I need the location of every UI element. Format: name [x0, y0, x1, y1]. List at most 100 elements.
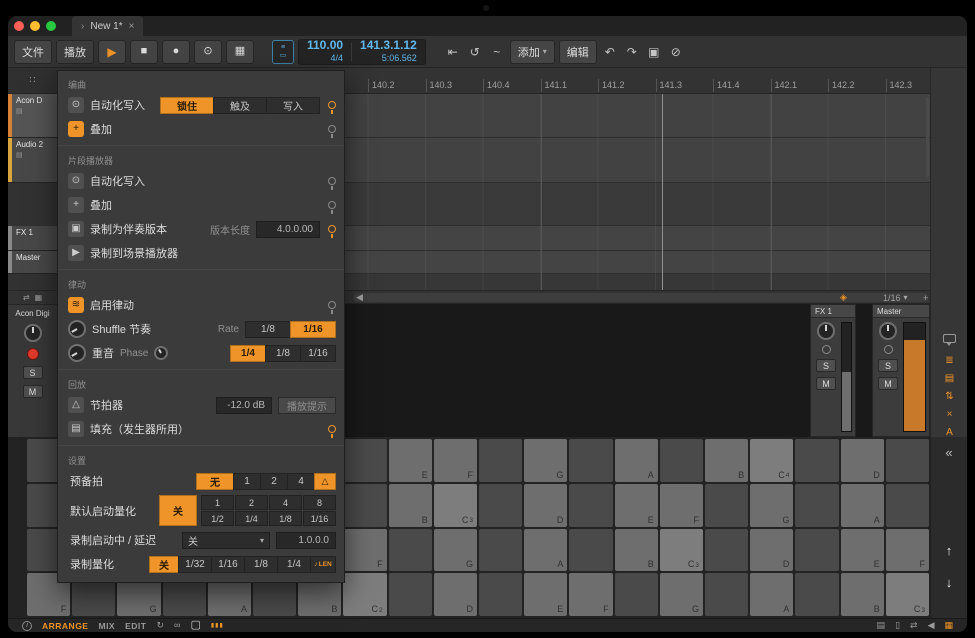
pad-cell[interactable]	[479, 573, 522, 616]
zoom-window-button[interactable]	[46, 21, 56, 31]
mixer-panel-icon[interactable]: ▦	[944, 621, 953, 630]
pin-icon[interactable]	[328, 301, 336, 309]
count-in-none-button[interactable]: 无	[196, 473, 234, 490]
snap-icon[interactable]: ◈	[840, 291, 847, 304]
pad-cell[interactable]: G	[750, 484, 793, 527]
pad-cell[interactable]: C3	[886, 573, 929, 616]
fill-label[interactable]: 填充（发生器所用）	[90, 421, 189, 437]
accent-amount-knob[interactable]	[65, 341, 90, 366]
volume-fader[interactable]	[841, 322, 852, 432]
pad-cell[interactable]	[886, 484, 929, 527]
launcher-overdub-button[interactable]: ▦	[226, 40, 254, 64]
scroll-left-icon[interactable]: ◀	[356, 291, 363, 304]
pin-icon[interactable]	[328, 201, 336, 209]
time-signature-display[interactable]: 4/4	[331, 53, 344, 63]
tempo-display[interactable]: 110.00	[307, 39, 343, 53]
io-routing-icon[interactable]: ⇄	[910, 621, 918, 630]
grid-resolution-selector[interactable]: 1/16 ▾	[883, 291, 908, 304]
record-delay-dropdown[interactable]: 关 ▾	[182, 532, 270, 549]
level-meter-icon[interactable]: ▮▮▮	[211, 622, 224, 629]
record-arm-button[interactable]	[27, 348, 39, 360]
edit-menu-button[interactable]: 编辑	[559, 40, 597, 64]
solo-button[interactable]: S	[23, 366, 43, 379]
latch-button[interactable]: 锁住	[160, 97, 214, 114]
touch-button[interactable]: 触及	[213, 97, 267, 114]
track-header-fx1[interactable]: FX 1	[8, 226, 57, 251]
io-panel-icon[interactable]: ⇅	[945, 392, 953, 402]
swing-button[interactable]: ~	[488, 40, 506, 64]
pad-cell[interactable]	[660, 439, 703, 482]
launch-quantize-off-button[interactable]: 关	[159, 495, 197, 526]
view-arrange[interactable]: ARRANGE	[42, 621, 88, 631]
pad-cell[interactable]: A	[615, 439, 658, 482]
automation-write-button[interactable]: ⊙	[194, 40, 222, 64]
swap-icon[interactable]: ⇄	[23, 293, 30, 302]
pad-cell[interactable]	[479, 439, 522, 482]
octave-up-icon[interactable]: ↑	[931, 543, 967, 558]
pad-cell[interactable]	[615, 573, 658, 616]
pad-cell[interactable]: F	[886, 529, 929, 572]
redo-button[interactable]: ↷	[623, 40, 641, 64]
collapse-panel-icon[interactable]: «	[931, 445, 967, 460]
rq-off-button[interactable]: 关	[149, 556, 179, 573]
play-button[interactable]: ▶	[98, 40, 126, 64]
playhead-follow-icon[interactable]: ↻	[156, 621, 164, 630]
play-hint-button[interactable]: 播放提示	[278, 397, 336, 414]
pin-icon[interactable]	[328, 425, 336, 433]
mute-button[interactable]: M	[23, 385, 43, 398]
mute-button[interactable]: M	[878, 377, 898, 390]
rate-1-16-button[interactable]: 1/16	[300, 345, 336, 362]
rate-1-8-button[interactable]: 1/8	[245, 321, 291, 338]
pad-cell[interactable]	[569, 529, 612, 572]
groove-enable-label[interactable]: 启用律动	[90, 297, 134, 313]
project-tab[interactable]: › New 1* ×	[72, 16, 143, 36]
pad-cell[interactable]	[479, 529, 522, 572]
pad-cell[interactable]: F	[660, 484, 703, 527]
pin-icon[interactable]	[328, 101, 336, 109]
vertical-scrollbar[interactable]	[926, 97, 929, 177]
channel-name[interactable]: Master	[873, 305, 929, 318]
inspector-panel-icon[interactable]: ≣	[945, 356, 953, 366]
lq-1-16-button[interactable]: 1/16	[303, 511, 336, 526]
close-panel-icon[interactable]: ×	[947, 410, 953, 420]
panel-toggle-icon[interactable]: ▢	[190, 620, 200, 631]
add-track-button[interactable]: 添加 ▾	[510, 40, 555, 64]
grid-view-icon[interactable]: ▦	[35, 293, 43, 302]
pad-cell[interactable]: C3	[660, 529, 703, 572]
solo-button[interactable]: S	[878, 359, 898, 372]
pad-cell[interactable]: A	[524, 529, 567, 572]
duplicate-button[interactable]: ▣	[645, 40, 663, 64]
phase-knob[interactable]	[152, 343, 171, 362]
arranger-overdub-label[interactable]: 叠加	[90, 121, 112, 137]
pad-cell[interactable]	[705, 484, 748, 527]
pad-cell[interactable]: G	[660, 573, 703, 616]
rq-1-16-button[interactable]: 1/16	[211, 556, 245, 573]
track-header-acon[interactable]: Acon D ▤	[8, 94, 57, 138]
count-in-1-button[interactable]: 1	[233, 473, 261, 490]
rate-1-4-button[interactable]: 1/4	[230, 345, 266, 362]
pan-knob[interactable]	[879, 322, 897, 340]
pad-cell[interactable]: G	[524, 439, 567, 482]
pin-icon[interactable]	[328, 177, 336, 185]
pad-cell[interactable]: A	[841, 484, 884, 527]
pad-cell[interactable]	[795, 484, 838, 527]
preroll-button[interactable]: ⇤	[444, 40, 462, 64]
metronome-label[interactable]: 节拍器	[90, 397, 123, 413]
comment-bubble-icon[interactable]	[943, 334, 956, 343]
pad-cell[interactable]: D	[434, 573, 477, 616]
count-in-2-button[interactable]: 2	[260, 473, 288, 490]
version-length-value[interactable]: 4.0.0.00	[256, 221, 320, 238]
pad-cell[interactable]: E	[524, 573, 567, 616]
play-menu-button[interactable]: 播放	[56, 40, 94, 64]
clip-overdub-label[interactable]: 叠加	[90, 197, 112, 213]
undo-button[interactable]: ↶	[601, 40, 619, 64]
shuffle-amount-knob[interactable]	[65, 317, 90, 342]
pad-cell[interactable]: E	[615, 484, 658, 527]
pad-cell[interactable]: A	[750, 573, 793, 616]
pad-cell[interactable]	[389, 573, 432, 616]
lq-1-8-button[interactable]: 1/8	[269, 511, 302, 526]
rq-1-32-button[interactable]: 1/32	[178, 556, 212, 573]
pad-cell[interactable]	[886, 439, 929, 482]
track-header-master[interactable]: Master	[8, 251, 57, 274]
file-menu-button[interactable]: 文件	[14, 40, 52, 64]
